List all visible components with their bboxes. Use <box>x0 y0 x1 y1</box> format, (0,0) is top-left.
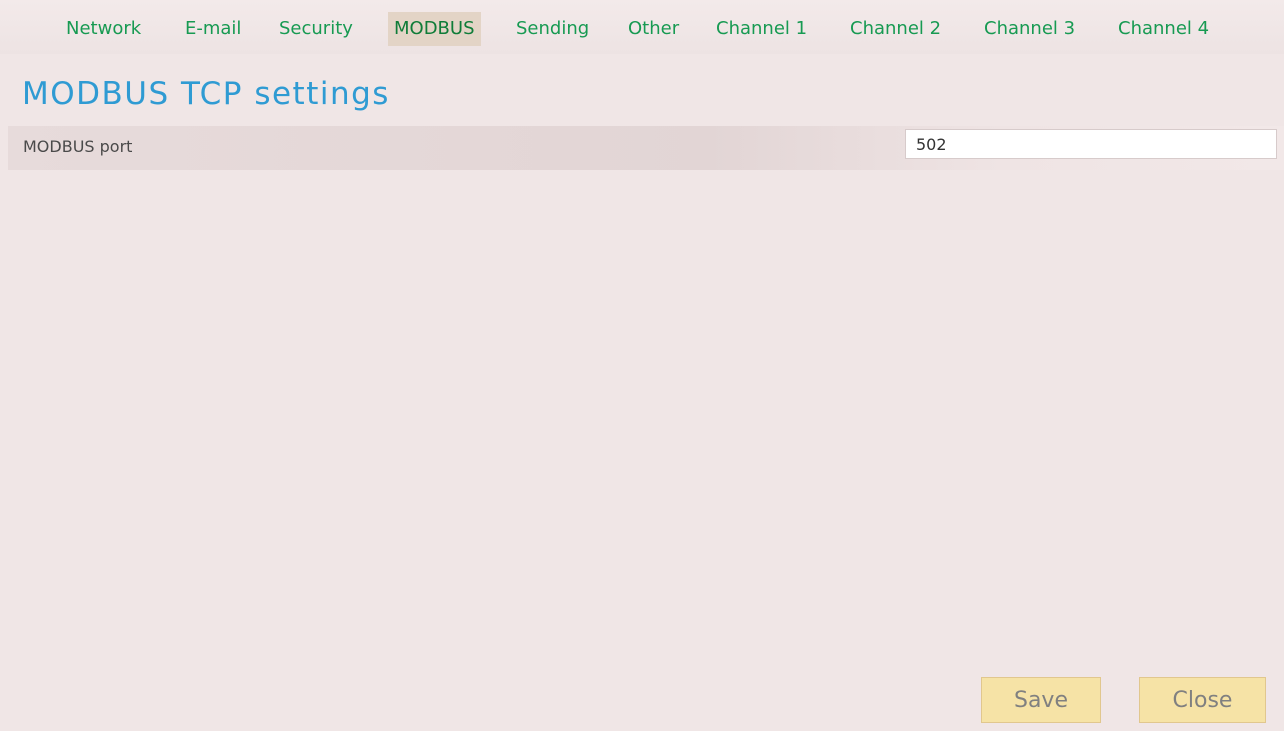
tab-email[interactable]: E-mail <box>185 12 241 46</box>
tab-modbus[interactable]: MODBUS <box>388 12 481 46</box>
tab-sending[interactable]: Sending <box>516 12 589 46</box>
page-title: MODBUS TCP settings <box>22 76 390 112</box>
tab-security[interactable]: Security <box>279 12 353 46</box>
save-button[interactable]: Save <box>981 677 1101 723</box>
tab-channel-2[interactable]: Channel 2 <box>850 12 941 46</box>
tab-channel-3[interactable]: Channel 3 <box>984 12 1075 46</box>
tab-network[interactable]: Network <box>66 12 141 46</box>
modbus-port-label: MODBUS port <box>23 137 133 156</box>
tab-channel-1[interactable]: Channel 1 <box>716 12 807 46</box>
modbus-port-row: MODBUS port <box>8 126 1284 170</box>
modbus-port-input[interactable] <box>905 129 1277 159</box>
tab-channel-4[interactable]: Channel 4 <box>1118 12 1209 46</box>
settings-tab-bar: Network E-mail Security MODBUS Sending O… <box>0 0 1284 54</box>
tab-other[interactable]: Other <box>628 12 679 46</box>
close-button[interactable]: Close <box>1139 677 1266 723</box>
